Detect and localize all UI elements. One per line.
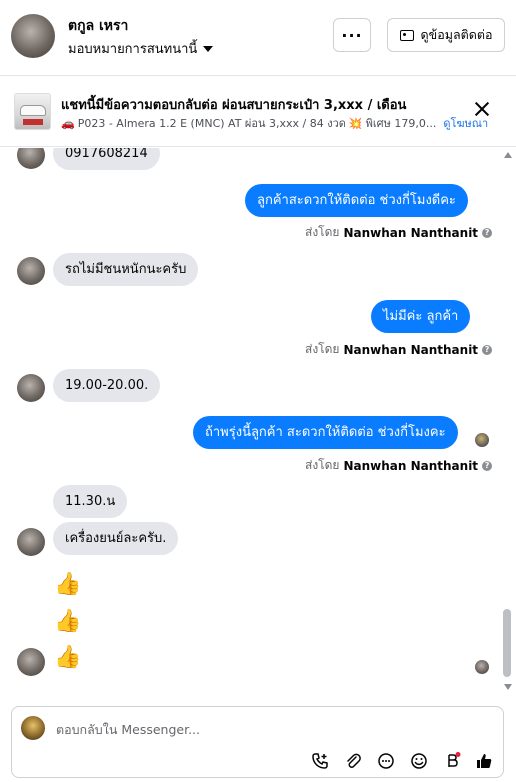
ad-subtitle-text: P023 - Almera 1.2 E (MNC) AT ผ่อน 3,xxx … (77, 117, 346, 130)
contact-avatar-small (17, 528, 45, 556)
scroll-down-icon[interactable] (504, 684, 512, 690)
info-icon[interactable]: ? (482, 344, 493, 355)
contact-name[interactable]: ตกูล เหรา (68, 15, 128, 37)
sent-by-label: ส่งโดย Nanwhan Nanthanit ? (305, 223, 493, 242)
sender-name: Nanwhan Nanthanit (343, 342, 479, 357)
saved-replies-icon[interactable] (376, 751, 396, 771)
sender-name: Nanwhan Nanthanit (343, 458, 479, 473)
car-emoji-icon: 🚗 (61, 116, 75, 130)
incoming-message[interactable]: รถไม่มีชนหนักนะครับ (53, 253, 199, 286)
message-composer (11, 706, 504, 778)
attachment-icon[interactable] (343, 751, 363, 771)
thumbs-up-icon[interactable]: 👍 (54, 572, 81, 598)
ad-context-banner: แชทนี้มีข้อความตอบกลับต่อ ผ่อนสบายกระเป๋… (0, 77, 516, 147)
thumbs-up-icon[interactable]: 👍 (54, 645, 81, 671)
ad-subtitle: 🚗 P023 - Almera 1.2 E (MNC) AT ผ่อน 3,xx… (61, 114, 488, 132)
assign-conversation-label: มอบหมายการสนทนานี้ (68, 42, 198, 57)
ad-thumbnail (14, 93, 51, 130)
scrollbar[interactable] (502, 152, 514, 692)
info-icon[interactable]: ? (482, 460, 493, 471)
view-contact-info-button[interactable]: ดูข้อมูลติดต่อ (387, 18, 505, 52)
info-icon[interactable]: ? (482, 227, 493, 238)
more-options-button[interactable]: ··· (333, 18, 371, 52)
outgoing-message[interactable]: ไม่มีค่ะ ลูกค้า (371, 300, 471, 333)
more-icon: ··· (341, 25, 363, 45)
sender-name: Nanwhan Nanthanit (343, 225, 479, 240)
ad-subtitle-tail: พิเศษ 179,0... (365, 117, 437, 130)
close-icon[interactable] (474, 101, 490, 117)
incoming-message[interactable]: 0917608214 (53, 148, 160, 170)
contact-avatar-small (17, 148, 45, 169)
payment-icon[interactable] (442, 751, 462, 771)
sent-by-label: ส่งโดย Nanwhan Nanthanit ? (305, 456, 493, 475)
scrollbar-thumb[interactable] (503, 609, 511, 677)
outgoing-message[interactable]: ลูกค้าสะดวกให้ติดต่อ ช่วงกี่โมงดีคะ (245, 184, 468, 217)
scroll-up-icon[interactable] (504, 152, 512, 158)
view-contact-info-label: ดูข้อมูลติดต่อ (420, 27, 493, 42)
caret-down-icon (203, 45, 214, 52)
call-add-icon[interactable] (310, 751, 330, 771)
contact-avatar-small (17, 374, 45, 402)
outgoing-message[interactable]: ถ้าพรุ่งนี้ลูกค้า สะดวกให้ติดต่อ ช่วงกี่… (193, 416, 458, 449)
contact-avatar[interactable] (11, 14, 55, 58)
seen-indicator-avatar (475, 660, 489, 674)
ad-title: แชทนี้มีข้อความตอบกลับต่อ ผ่อนสบายกระเป๋… (61, 98, 407, 113)
emoji-icon[interactable] (409, 751, 429, 771)
reply-input[interactable] (56, 719, 476, 739)
seen-indicator-avatar (475, 433, 489, 447)
sent-by-label: ส่งโดย Nanwhan Nanthanit ? (305, 340, 493, 359)
incoming-message[interactable]: 19.00-20.00. (53, 369, 161, 402)
incoming-message[interactable]: 11.30.น (53, 485, 128, 518)
contact-avatar-small (17, 257, 45, 285)
contact-avatar-small (17, 648, 45, 676)
burst-emoji-icon: 💥 (348, 116, 363, 130)
thumbs-up-icon[interactable]: 👍 (54, 609, 81, 635)
incoming-message[interactable]: เครื่องยนย์ละครับ. (53, 522, 179, 555)
page-avatar (21, 716, 45, 740)
message-thread[interactable]: 0917608214 ลูกค้าสะดวกให้ติดต่อ ช่วงกี่โ… (0, 148, 516, 696)
thumbs-up-send-icon[interactable] (474, 751, 494, 771)
contact-card-icon (399, 29, 414, 41)
assign-conversation-dropdown[interactable]: มอบหมายการสนทนานี้ (68, 38, 214, 59)
conversation-header: ตกูล เหรา มอบหมายการสนทนานี้ ··· ดูข้อมู… (0, 0, 516, 76)
